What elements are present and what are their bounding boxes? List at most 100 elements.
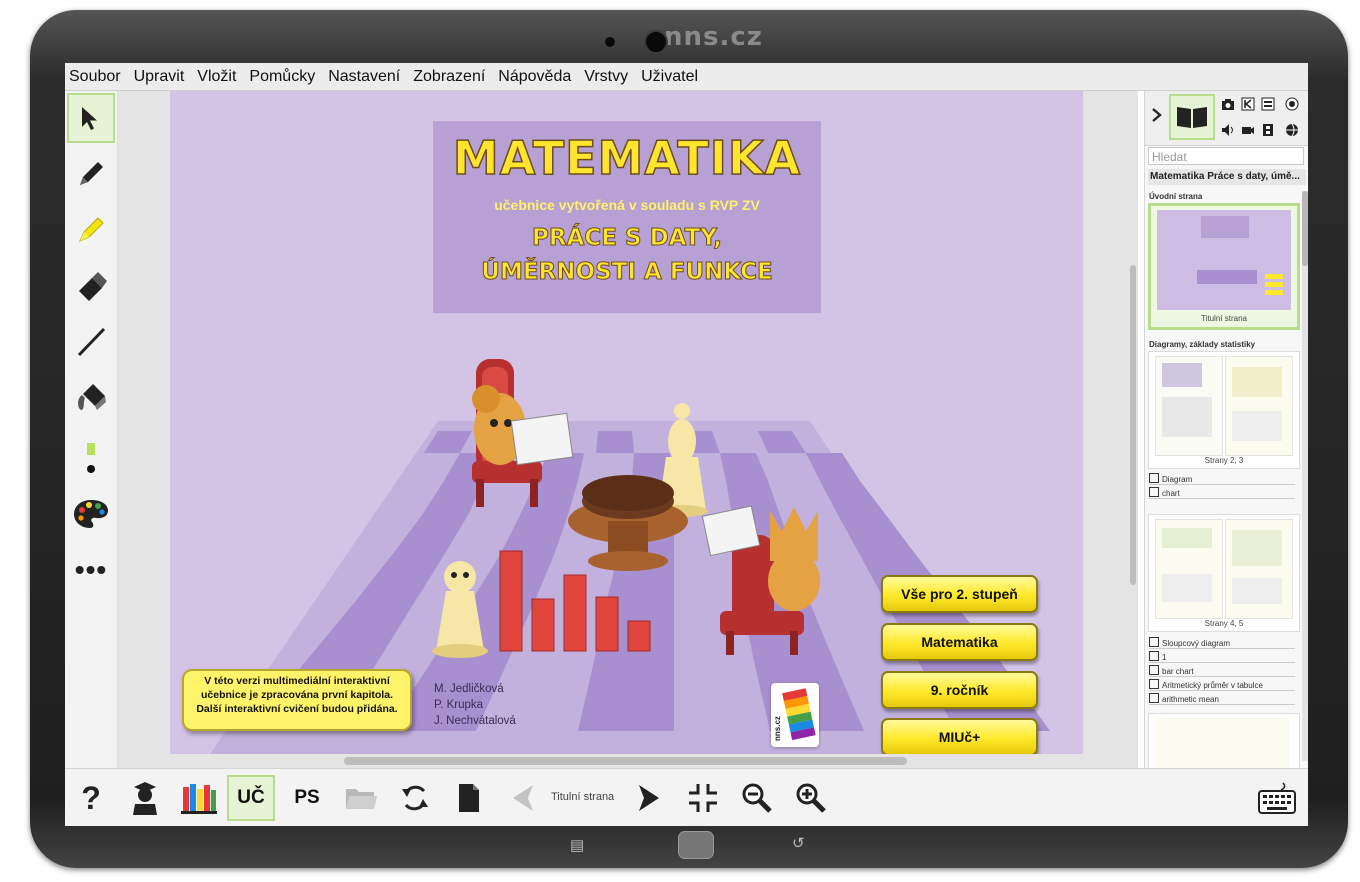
- layout-icon[interactable]: [1261, 97, 1275, 111]
- device-brand: nns.cz: [664, 22, 763, 52]
- author-name: M. Jedličková: [434, 683, 504, 695]
- grade9-button[interactable]: 9. ročník: [881, 671, 1038, 709]
- color-size-indicator[interactable]: [67, 431, 115, 485]
- app-screen: Soubor Upravit Vložit Pomůcky Nastavení …: [65, 63, 1308, 826]
- book-view-button[interactable]: [1169, 94, 1215, 140]
- section-title: Úvodní strana: [1149, 192, 1203, 201]
- scroll-thumb[interactable]: [1130, 265, 1136, 585]
- canvas-horizontal-scrollbar[interactable]: [118, 754, 1138, 768]
- sync-button[interactable]: [391, 775, 439, 821]
- chevron-right-icon[interactable]: [1151, 107, 1163, 123]
- resource-item[interactable]: bar chart: [1149, 665, 1295, 677]
- page-thumb-title[interactable]: Titulní strana: [1148, 203, 1300, 330]
- highlighter-tool-button[interactable]: [67, 205, 115, 255]
- home-hardware-button[interactable]: [678, 831, 714, 859]
- back-hardware-button[interactable]: ↺: [792, 834, 805, 852]
- keyboard-button[interactable]: [1253, 775, 1301, 821]
- resource-item[interactable]: chart: [1149, 487, 1295, 499]
- note-line: Další interaktivní cvičení budou přidána…: [196, 703, 398, 715]
- menu-upravit[interactable]: Upravit: [134, 68, 185, 86]
- menu-vlozit[interactable]: Vložit: [197, 68, 236, 86]
- current-page-label: Titulní strana: [551, 791, 615, 803]
- teacher-icon: [133, 782, 157, 815]
- palette-button[interactable]: [67, 489, 115, 539]
- more-tools-button[interactable]: •••: [67, 545, 115, 595]
- miuc-plus-button[interactable]: MIUč+: [881, 718, 1038, 756]
- camera-icon[interactable]: [1221, 97, 1235, 111]
- zoom-out-button[interactable]: [733, 775, 781, 821]
- active-color-swatch: [87, 443, 95, 455]
- resource-item[interactable]: Diagram: [1149, 473, 1295, 485]
- zoom-in-button[interactable]: [787, 775, 835, 821]
- help-button[interactable]: ?: [67, 775, 115, 821]
- eraser-icon: [79, 272, 107, 301]
- fit-screen-button[interactable]: [679, 775, 727, 821]
- book-title: MATEMATIKA: [452, 130, 802, 186]
- all-for-level2-button[interactable]: Vše pro 2. stupeň: [881, 575, 1038, 613]
- open-folder-button[interactable]: [337, 775, 385, 821]
- menu-hardware-button[interactable]: ▤: [570, 836, 584, 854]
- highlighter-icon: [79, 217, 104, 242]
- rook-figure: [472, 385, 574, 466]
- arrow-left-icon: [513, 785, 533, 811]
- folder-icon: [346, 789, 377, 809]
- globe-icon[interactable]: [1285, 123, 1299, 137]
- menu-soubor[interactable]: Soubor: [69, 68, 121, 86]
- interactive-k-icon: [1149, 679, 1159, 689]
- teacher-button[interactable]: [121, 775, 169, 821]
- film-icon[interactable]: [1261, 123, 1275, 137]
- select-tool-button[interactable]: [67, 93, 115, 143]
- left-toolbar: •••: [65, 91, 118, 768]
- nns-logo: nns.cz: [771, 683, 819, 747]
- scroll-thumb[interactable]: [344, 757, 907, 765]
- pen-tool-button[interactable]: [67, 149, 115, 199]
- pen-size-dot: [87, 465, 95, 473]
- book-heading-line1: PRÁCE S DATY,: [532, 225, 723, 252]
- search-input[interactable]: Hledat: [1148, 147, 1304, 165]
- book-page: MATEMATIKA učebnice vytvořená v souladu …: [170, 91, 1083, 768]
- thumb-image: [1157, 210, 1291, 310]
- library-button[interactable]: [175, 775, 223, 821]
- fill-tool-button[interactable]: [67, 373, 115, 423]
- collapse-icon: [689, 784, 717, 812]
- mathematics-button[interactable]: Matematika: [881, 623, 1038, 661]
- line-tool-button[interactable]: [67, 317, 115, 367]
- menu-uzivatel[interactable]: Uživatel: [641, 68, 698, 86]
- page-thumb-2-3[interactable]: Strany 2, 3: [1148, 351, 1300, 469]
- front-camera: [644, 30, 668, 54]
- record-icon[interactable]: [1285, 97, 1299, 111]
- version-note: V této verzi multimediální interaktivní …: [182, 669, 412, 731]
- canvas-vertical-scrollbar[interactable]: [1128, 91, 1138, 754]
- keyboard-icon: [1258, 782, 1296, 814]
- previous-page-button[interactable]: [499, 775, 547, 821]
- menu-nastaveni[interactable]: Nastavení: [328, 68, 400, 86]
- resource-item[interactable]: Sloupcový diagram: [1149, 637, 1295, 649]
- page-thumb-next[interactable]: [1148, 713, 1300, 773]
- workbook-ps-button[interactable]: PS: [283, 775, 331, 821]
- menu-vrstvy[interactable]: Vrstvy: [584, 68, 628, 86]
- arrow-right-icon: [639, 785, 659, 811]
- audio-icon: [1149, 487, 1159, 497]
- audio-icon[interactable]: [1221, 123, 1235, 137]
- video-camera-icon[interactable]: [1241, 123, 1255, 137]
- line-icon: [77, 327, 106, 357]
- document-button[interactable]: [445, 775, 493, 821]
- page-thumb-4-5[interactable]: Strany 4, 5: [1148, 514, 1300, 632]
- panel-scrollbar[interactable]: [1302, 191, 1308, 761]
- resource-item[interactable]: Aritmetický průměr v tabulce: [1149, 679, 1295, 691]
- svg-text:nns.cz: nns.cz: [773, 716, 782, 741]
- question-mark-icon: ?: [81, 779, 101, 816]
- resource-item[interactable]: arithmetic mean: [1149, 693, 1295, 705]
- eraser-tool-button[interactable]: [67, 261, 115, 311]
- menu-zobrazeni[interactable]: Zobrazení: [413, 68, 485, 86]
- textbook-uc-button[interactable]: UČ: [227, 775, 275, 821]
- book-subtitle: učebnice vytvořená v souladu s RVP ZV: [494, 197, 760, 213]
- note-line: učebnice je zpracována první kapitola.: [201, 689, 393, 701]
- next-page-button[interactable]: [625, 775, 673, 821]
- scroll-thumb[interactable]: [1302, 191, 1308, 266]
- menu-pomucky[interactable]: Pomůcky: [249, 68, 315, 86]
- menu-napoveda[interactable]: Nápověda: [498, 68, 571, 86]
- resource-item[interactable]: 1: [1149, 651, 1295, 663]
- interactive-k-icon[interactable]: [1241, 97, 1255, 111]
- document-icon: [459, 784, 479, 812]
